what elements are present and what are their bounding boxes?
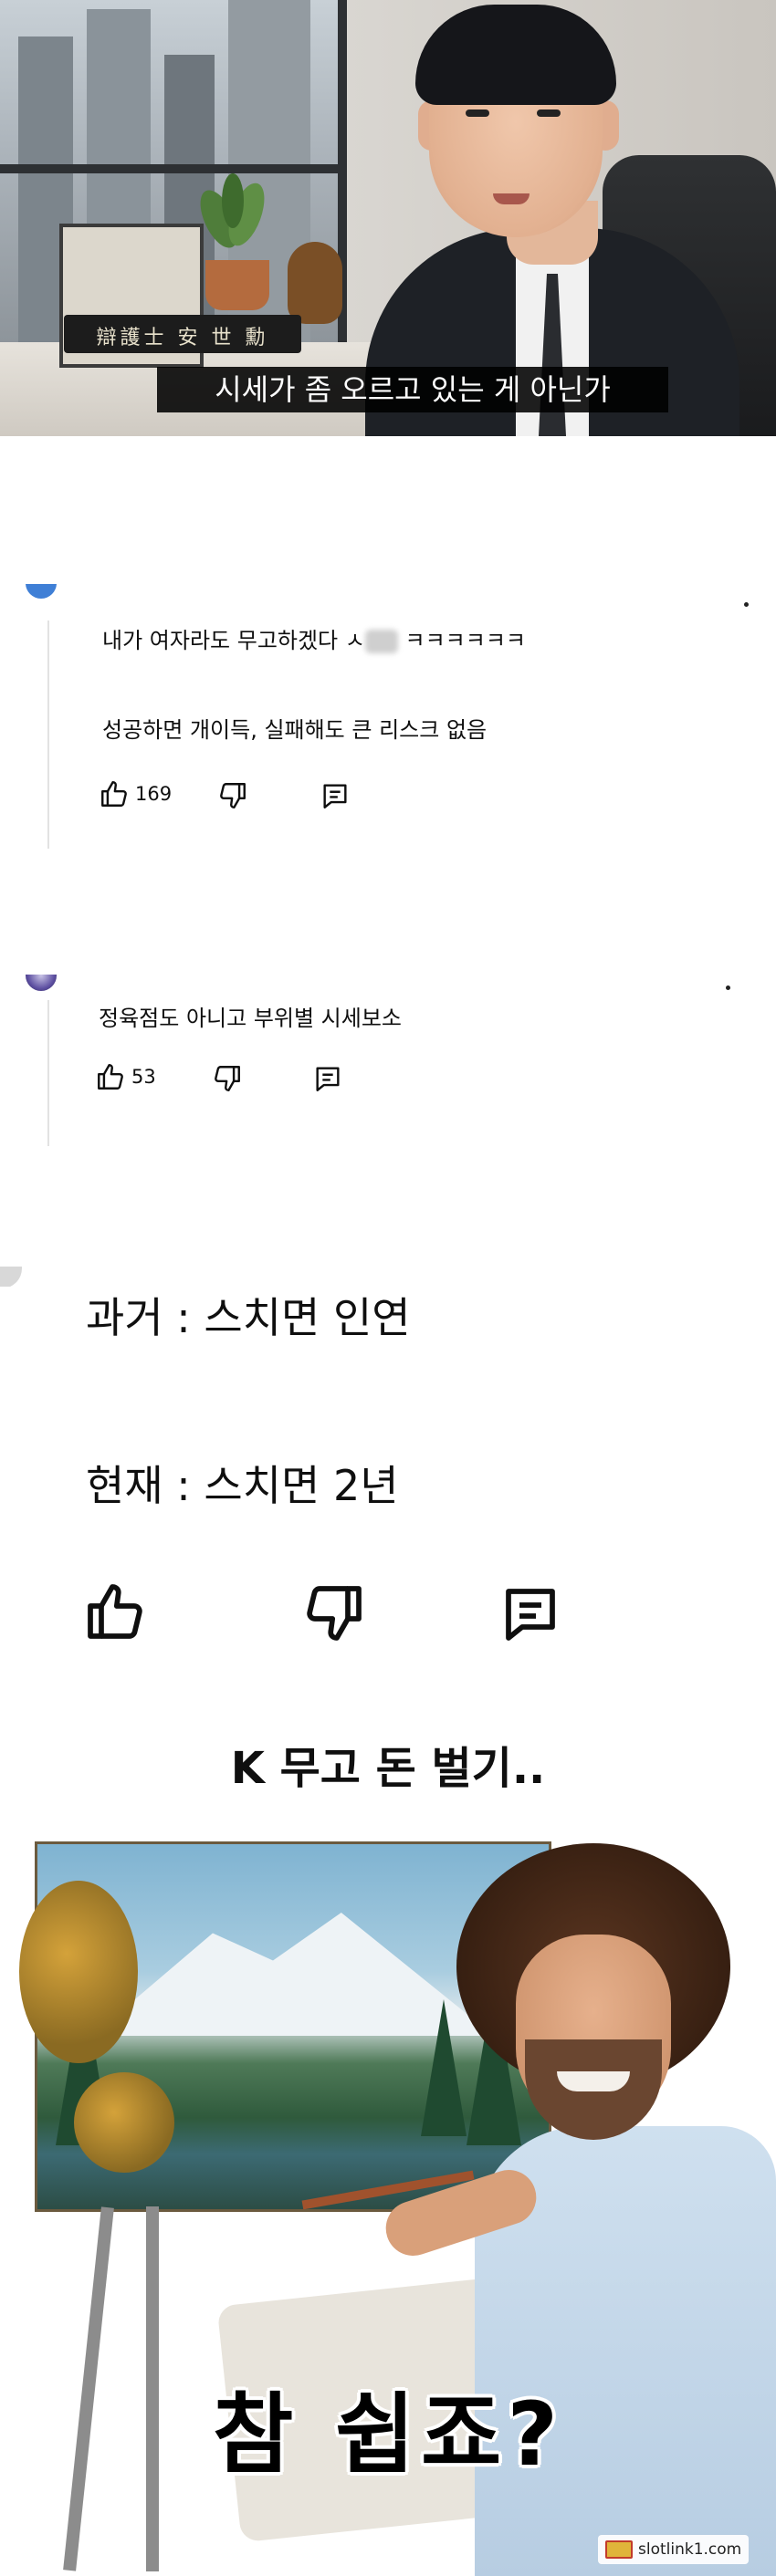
- video-subtitle: 시세가 좀 오르고 있는 게 아닌가: [157, 367, 668, 412]
- watermark-logo-icon: [605, 2540, 633, 2559]
- avatar[interactable]: [26, 584, 57, 621]
- painted-foliage: [19, 1881, 138, 2063]
- more-icon[interactable]: [744, 602, 749, 607]
- person-eye: [466, 110, 489, 117]
- plant-leaves: [200, 173, 265, 248]
- watermark-text: slotlink1.com: [638, 2540, 742, 2559]
- dislike-button[interactable]: [212, 1063, 243, 1094]
- teddy-bear: [288, 242, 342, 324]
- person-eye: [537, 110, 561, 117]
- like-count: 169: [135, 783, 173, 805]
- comment-text: 내가 여자라도 무고하겠다 ㅅ: [102, 628, 365, 653]
- like-button[interactable]: [82, 1579, 148, 1644]
- more-icon[interactable]: [726, 986, 730, 990]
- window-frame: [0, 164, 347, 173]
- avatar[interactable]: [0, 1267, 26, 1287]
- like-count: 53: [131, 1066, 156, 1088]
- painted-foliage: [74, 2072, 174, 2173]
- thread-line: [47, 1000, 49, 1146]
- thread-line: [47, 621, 49, 849]
- comment-text: 현재 : 스치면 2년: [86, 1461, 399, 1510]
- comment-text: ㅋㅋㅋㅋㅋㅋ: [404, 628, 526, 653]
- plant-pot: [205, 260, 269, 310]
- painter-smile: [557, 2071, 630, 2091]
- thumbs-up-icon: [99, 778, 130, 809]
- thumbs-down-icon: [217, 780, 248, 811]
- watermark: slotlink1.com: [598, 2535, 750, 2564]
- comment-text-line: 내가 여자라도 무고하겠다 ㅅ ㅋㅋㅋㅋㅋㅋ: [102, 622, 526, 654]
- dislike-button[interactable]: [217, 780, 248, 811]
- like-button[interactable]: 169: [99, 778, 172, 809]
- comment-text: 과거 : 스치면 인연: [86, 1293, 411, 1342]
- reply-button[interactable]: [320, 780, 351, 811]
- meme-caption: 참 쉽죠?: [212, 2383, 564, 2486]
- reply-button[interactable]: [498, 1580, 563, 1646]
- avatar-image: [0, 1267, 22, 1287]
- avatar-image: [26, 975, 57, 991]
- thumbs-down-icon: [301, 1580, 367, 1646]
- nameplate-text: 辯護士 安 世 勳: [96, 327, 269, 349]
- page-heading: K 무고 돈 벌기..: [230, 1743, 546, 1794]
- video-frame: 辯護士 安 世 勳 시세가 좀 오르고 있는 게 아닌가: [0, 0, 776, 436]
- reply-icon: [320, 780, 351, 811]
- reply-icon: [498, 1580, 563, 1646]
- avatar[interactable]: [26, 975, 57, 998]
- avatar-image: [26, 584, 57, 599]
- comment-text: 정육점도 아니고 부위별 시세보소: [99, 1006, 403, 1031]
- blurred-text: [364, 630, 398, 653]
- reply-button[interactable]: [312, 1063, 343, 1094]
- dislike-button[interactable]: [301, 1580, 367, 1646]
- thumbs-up-icon: [95, 1061, 126, 1092]
- comment-text: 성공하면 개이득, 실패해도 큰 리스크 없음: [102, 717, 488, 743]
- person-mouth: [493, 193, 530, 204]
- reply-icon: [312, 1063, 343, 1094]
- thumbs-up-icon: [82, 1579, 148, 1644]
- like-button[interactable]: 53: [95, 1061, 156, 1092]
- thumbs-down-icon: [212, 1063, 243, 1094]
- painted-mountain: [92, 1913, 494, 2036]
